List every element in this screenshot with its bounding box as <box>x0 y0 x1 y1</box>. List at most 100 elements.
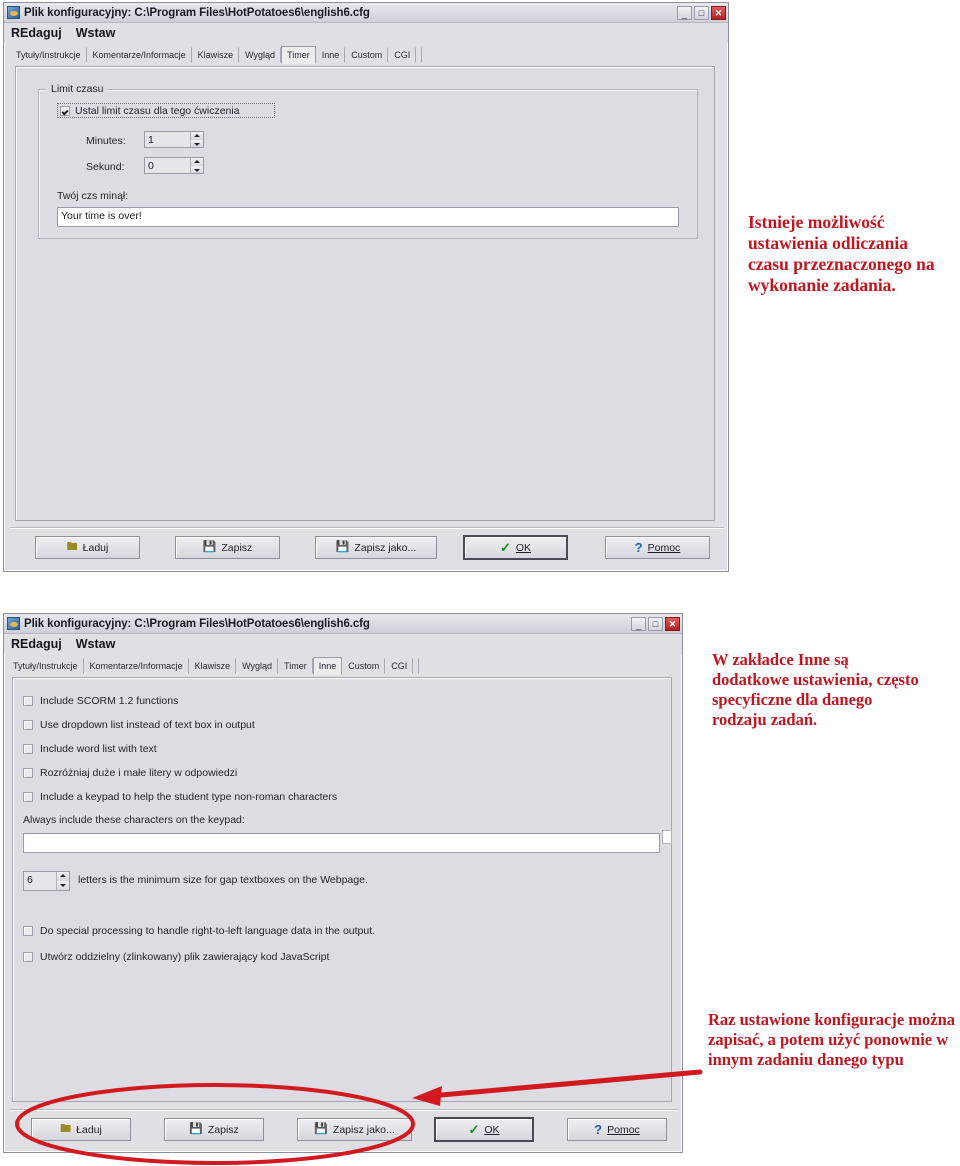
timeout-message-value: Your time is over! <box>61 210 142 222</box>
zapisz-button[interactable]: 💾 Zapisz <box>164 1118 264 1141</box>
green-check-icon: ✓ <box>499 540 511 555</box>
spin-down-icon[interactable] <box>57 881 69 890</box>
ok-button[interactable]: ✓ OK <box>434 1117 534 1142</box>
limit-czasu-group-title: Limit czasu <box>47 83 108 95</box>
tab-komentarze-informacje[interactable]: Komentarze/Informacje <box>87 47 192 63</box>
tab-komentarze-informacje[interactable]: Komentarze/Informacje <box>84 658 189 674</box>
keypad-checkbox-label: Include a keypad to help the student typ… <box>40 791 338 803</box>
gap-size-value[interactable]: 6 <box>24 872 56 890</box>
timer-window-buttons[interactable]: _ □ ✕ <box>677 5 726 20</box>
tabstrip-filler <box>413 658 420 674</box>
external-js-checkbox-label: Utwórz oddzielny (zlinkowany) plik zawie… <box>40 951 330 963</box>
ustal-limit-checkbox[interactable] <box>60 106 70 116</box>
pomoc-button[interactable]: ? Pomoc <box>567 1118 667 1141</box>
tab-inne[interactable]: Inne <box>312 657 343 675</box>
menu-item-wstaw[interactable]: Wstaw <box>76 637 116 651</box>
spin-down-icon[interactable] <box>191 139 203 147</box>
rtl-processing-checkbox[interactable] <box>23 926 33 936</box>
dropdown-list-checkbox[interactable] <box>23 720 33 730</box>
hotpotatoes-icon <box>7 6 20 19</box>
zapisz-jako-button-label: Zapisz jako... <box>354 541 417 554</box>
minutes-spin-arrows[interactable] <box>190 132 203 147</box>
tab-timer[interactable]: Timer <box>281 46 316 64</box>
timer-window-title: Plik konfiguracyjny: C:\Program Files\Ho… <box>24 6 370 19</box>
menu-item-redaguj[interactable]: REdaguj <box>11 637 62 651</box>
minimize-button[interactable]: _ <box>677 5 692 20</box>
spin-up-icon[interactable] <box>57 872 69 881</box>
zapisz-button-label: Zapisz <box>221 541 253 554</box>
minimize-button[interactable]: _ <box>631 616 646 631</box>
tab-wyglad[interactable]: Wygląd <box>239 47 282 63</box>
timeout-message-input[interactable]: Your time is over! <box>57 207 679 227</box>
tab-cgi[interactable]: CGI <box>385 658 414 674</box>
limit-czasu-group: Limit czasu Ustal limit czasu dla tego ć… <box>38 83 698 239</box>
maximize-button[interactable]: □ <box>694 5 709 20</box>
timer-menubar[interactable]: REdaguj Wstaw <box>4 23 728 43</box>
gap-size-stepper[interactable]: 6 <box>23 871 70 891</box>
pomoc-button-label: Pomoc <box>607 1123 640 1136</box>
zapisz-jako-button[interactable]: 💾 Zapisz jako... <box>315 536 437 559</box>
vertical-scrollbar-thumb[interactable] <box>662 830 672 844</box>
keypad-characters-input[interactable] <box>23 833 660 853</box>
tab-klawisze[interactable]: Klawisze <box>189 658 237 674</box>
spin-up-icon[interactable] <box>191 132 203 140</box>
maximize-button[interactable]: □ <box>648 616 663 631</box>
minimize-icon: _ <box>681 8 687 19</box>
menu-item-wstaw[interactable]: Wstaw <box>76 26 116 40</box>
seconds-value[interactable]: 0 <box>145 158 190 173</box>
laduj-button[interactable]: 🖿 Ładuj <box>35 536 140 559</box>
tab-tytuly-instrukcje[interactable]: Tytuły/Instrukcje <box>7 658 84 674</box>
pomoc-button[interactable]: ? Pomoc <box>605 536 710 559</box>
tab-inne[interactable]: Inne <box>316 47 346 63</box>
tab-tytuly-instrukcje[interactable]: Tytuły/Instrukcje <box>10 47 87 63</box>
minutes-stepper[interactable]: 1 <box>144 131 204 148</box>
floppy-disk-save-as-icon: 💾 <box>335 541 350 553</box>
tab-custom[interactable]: Custom <box>345 47 389 63</box>
inne-window-buttons[interactable]: _ □ ✕ <box>631 616 680 631</box>
tab-timer[interactable]: Timer <box>278 658 313 674</box>
zapisz-button[interactable]: 💾 Zapisz <box>175 536 280 559</box>
spin-up-icon[interactable] <box>191 158 203 166</box>
keypad-checkbox[interactable] <box>23 792 33 802</box>
tab-cgi[interactable]: CGI <box>388 47 417 63</box>
timer-config-window[interactable]: Plik konfiguracyjny: C:\Program Files\Ho… <box>3 2 729 572</box>
zapisz-jako-button[interactable]: 💾 Zapisz jako... <box>297 1118 412 1141</box>
zapisz-jako-button-label: Zapisz jako... <box>332 1123 395 1136</box>
floppy-disk-icon: 💾 <box>189 1123 203 1135</box>
keypad-characters-label: Always include these characters on the k… <box>23 814 245 826</box>
external-js-checkbox[interactable] <box>23 952 33 962</box>
close-icon: ✕ <box>668 618 677 629</box>
zapisz-button-label: Zapisz <box>207 1123 239 1136</box>
ok-button[interactable]: ✓ OK <box>463 535 568 560</box>
close-button[interactable]: ✕ <box>711 5 726 20</box>
menu-item-redaguj[interactable]: REdaguj <box>11 26 62 40</box>
minimize-icon: _ <box>635 619 641 630</box>
spin-down-icon[interactable] <box>191 165 203 173</box>
word-list-checkbox[interactable] <box>23 744 33 754</box>
twoj-czas-minal-label: Twój czs minął: <box>57 190 129 202</box>
inne-tabstrip[interactable]: Tytuły/Instrukcje Komentarze/Informacje … <box>7 657 682 675</box>
inne-menubar[interactable]: REdaguj Wstaw <box>4 634 682 654</box>
green-check-icon: ✓ <box>468 1122 480 1137</box>
laduj-button[interactable]: 🖿 Ładuj <box>31 1118 131 1141</box>
laduj-button-label: Ładuj <box>82 541 109 554</box>
inne-tabpage: Include SCORM 1.2 functions Use dropdown… <box>12 677 672 1102</box>
dropdown-list-checkbox-label: Use dropdown list instead of text box in… <box>40 719 255 731</box>
timer-window-titlebar[interactable]: Plik konfiguracyjny: C:\Program Files\Ho… <box>4 3 728 23</box>
gap-size-spin-arrows[interactable] <box>56 872 69 890</box>
seconds-stepper[interactable]: 0 <box>144 157 204 174</box>
scorm-checkbox[interactable] <box>23 696 33 706</box>
open-folder-icon: 🖿 <box>66 541 78 553</box>
seconds-spin-arrows[interactable] <box>190 158 203 173</box>
inne-window-titlebar[interactable]: Plik konfiguracyjny: C:\Program Files\Ho… <box>4 614 682 634</box>
close-button[interactable]: ✕ <box>665 616 680 631</box>
inne-config-window[interactable]: Plik konfiguracyjny: C:\Program Files\Ho… <box>3 613 683 1153</box>
timer-tabstrip[interactable]: Tytuły/Instrukcje Komentarze/Informacje … <box>10 46 728 64</box>
tab-custom[interactable]: Custom <box>342 658 386 674</box>
tab-wyglad[interactable]: Wygląd <box>236 658 279 674</box>
tab-klawisze[interactable]: Klawisze <box>192 47 240 63</box>
case-sensitive-checkbox[interactable] <box>23 768 33 778</box>
minutes-value[interactable]: 1 <box>145 132 190 147</box>
open-folder-icon: 🖿 <box>60 1123 72 1135</box>
button-bar-divider <box>9 1109 679 1111</box>
